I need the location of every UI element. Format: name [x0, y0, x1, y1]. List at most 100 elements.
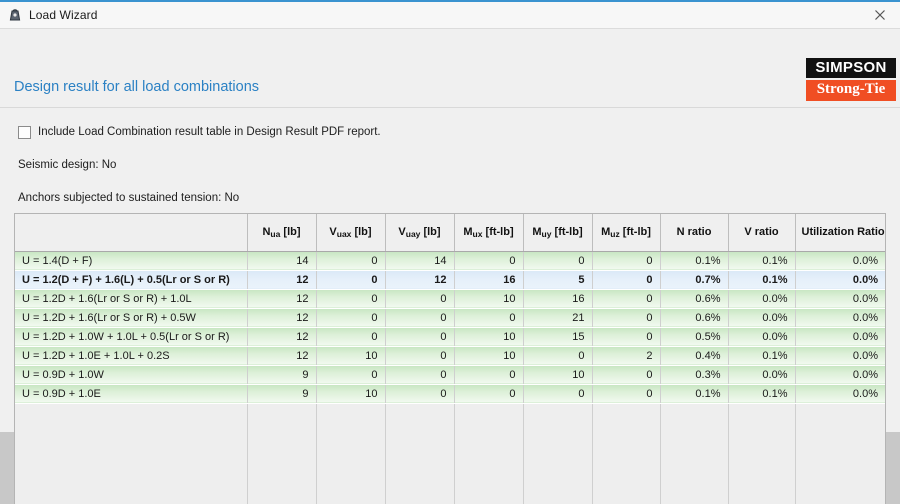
- filler-cell: [728, 403, 796, 504]
- table-header-nua[interactable]: Nua [lb]: [247, 214, 317, 252]
- table-row[interactable]: U = 0.9D + 1.0W 9 0 0 0 10 0 0.3% 0.0% 0.0%: [15, 365, 885, 385]
- table-header-v-ratio[interactable]: V ratio: [728, 214, 796, 252]
- table-filler-row: [15, 403, 885, 504]
- cell-muz: 0: [592, 251, 661, 271]
- load-wizard-window: Load Wizard SIMPSON Strong-Tie Design re…: [0, 0, 900, 504]
- cell-combo: U = 1.2D + 1.0E + 1.0L + 0.2S: [15, 346, 248, 366]
- cell-muy: 5: [523, 270, 593, 290]
- cell-mux: 0: [454, 308, 524, 328]
- table-header-muz[interactable]: Muz [ft-lb]: [592, 214, 661, 252]
- table-row[interactable]: U = 1.2D + 1.6(Lr or S or R) + 0.5W 12 0 0 0…: [15, 308, 885, 328]
- logo-strongtie-text: Strong-Tie: [806, 80, 896, 101]
- cell-vuax: 10: [316, 384, 386, 404]
- cell-v-ratio: 0.1%: [728, 384, 796, 404]
- cell-muz: 0: [592, 384, 661, 404]
- seismic-design-row: Seismic design: No: [18, 155, 884, 175]
- cell-vuay: 12: [385, 270, 455, 290]
- close-icon[interactable]: [860, 2, 900, 28]
- cell-vuax: 0: [316, 365, 386, 385]
- cell-mux: 0: [454, 384, 524, 404]
- sustained-tension-row: Anchors subjected to sustained tension: …: [18, 188, 884, 208]
- cell-mux: 0: [454, 365, 524, 385]
- cell-combo: U = 1.2D + 1.6(Lr or S or R) + 1.0L: [15, 289, 248, 309]
- table-header-mux[interactable]: Mux [ft-lb]: [454, 214, 524, 252]
- table-row[interactable]: U = 1.4(D + F) 14 0 14 0 0 0 0.1% 0.1% 0.0%: [15, 251, 885, 271]
- cell-utilization: 0.0%: [795, 270, 885, 290]
- cell-mux: 10: [454, 289, 524, 309]
- table-row[interactable]: U = 1.2(D + F) + 1.6(L) + 0.5(Lr or S or…: [15, 270, 885, 290]
- cell-v-ratio: 0.0%: [728, 327, 796, 347]
- cell-vuay: 0: [385, 308, 455, 328]
- cell-vuay: 0: [385, 365, 455, 385]
- cell-muy: 15: [523, 327, 593, 347]
- table-row[interactable]: U = 1.2D + 1.0W + 1.0L + 0.5(Lr or S or …: [15, 327, 885, 347]
- filler-cell: [15, 403, 248, 504]
- page-title: Design result for all load combinations: [14, 79, 260, 95]
- cell-combo: U = 1.2D + 1.6(Lr or S or R) + 0.5W: [15, 308, 248, 328]
- cell-v-ratio: 0.0%: [728, 365, 796, 385]
- filler-cell: [592, 403, 661, 504]
- cell-vuay: 0: [385, 346, 455, 366]
- cell-muy: 0: [523, 251, 593, 271]
- filler-cell: [316, 403, 386, 504]
- content-panel: SIMPSON Strong-Tie Design result for all…: [0, 28, 900, 504]
- right-gutter: [886, 432, 900, 504]
- table-row[interactable]: U = 1.2D + 1.6(Lr or S or R) + 1.0L 12 0 0 1…: [15, 289, 885, 309]
- load-combination-table: Nua [lb] Vuax [lb] Vuay [lb] Mux [ft-lb] Muy…: [14, 213, 886, 504]
- cell-nua: 9: [247, 384, 317, 404]
- include-pdf-report-row[interactable]: Include Load Combination result table in…: [18, 122, 884, 142]
- table-header-vuax[interactable]: Vuax [lb]: [316, 214, 386, 252]
- cell-muy: 16: [523, 289, 593, 309]
- cell-vuay: 0: [385, 289, 455, 309]
- cell-nua: 12: [247, 270, 317, 290]
- cell-n-ratio: 0.6%: [660, 289, 729, 309]
- cell-vuax: 0: [316, 308, 386, 328]
- table-row[interactable]: U = 1.2D + 1.0E + 1.0L + 0.2S 12 10 0 10 0 2 0.…: [15, 346, 885, 366]
- cell-nua: 12: [247, 289, 317, 309]
- cell-utilization: 0.0%: [795, 346, 885, 366]
- cell-combo: U = 1.2(D + F) + 1.6(L) + 0.5(Lr or S or…: [15, 270, 248, 290]
- table-header-load-combination[interactable]: [15, 214, 248, 252]
- cell-muz: 0: [592, 327, 661, 347]
- cell-mux: 16: [454, 270, 524, 290]
- cell-vuay: 0: [385, 327, 455, 347]
- cell-combo: U = 1.4(D + F): [15, 251, 248, 271]
- logo-simpson-text: SIMPSON: [806, 58, 896, 78]
- cell-n-ratio: 0.1%: [660, 384, 729, 404]
- left-gutter: [0, 432, 14, 504]
- include-pdf-report-checkbox[interactable]: [18, 125, 31, 139]
- table-header-utilization-ratio[interactable]: Utilization Ratio: [795, 214, 885, 252]
- cell-v-ratio: 0.1%: [728, 270, 796, 290]
- cell-v-ratio: 0.0%: [728, 289, 796, 309]
- window-title: Load Wizard: [29, 8, 98, 22]
- cell-vuax: 10: [316, 346, 386, 366]
- table-header-vuay[interactable]: Vuay [lb]: [385, 214, 455, 252]
- cell-v-ratio: 0.1%: [728, 346, 796, 366]
- table-row[interactable]: U = 0.9D + 1.0E 9 10 0 0 0 0 0.1% 0.1% 0.0%: [15, 384, 885, 404]
- sustained-tension-label: Anchors subjected to sustained tension: …: [18, 192, 240, 204]
- cell-mux: 0: [454, 251, 524, 271]
- cell-vuax: 0: [316, 289, 386, 309]
- simpson-strong-tie-logo: SIMPSON Strong-Tie: [806, 58, 896, 101]
- cell-utilization: 0.0%: [795, 365, 885, 385]
- load-wizard-icon: [7, 7, 23, 23]
- cell-v-ratio: 0.1%: [728, 251, 796, 271]
- header-divider: [0, 107, 900, 108]
- cell-muy: 21: [523, 308, 593, 328]
- cell-vuay: 0: [385, 384, 455, 404]
- table-header-n-ratio[interactable]: N ratio: [660, 214, 729, 252]
- cell-utilization: 0.0%: [795, 384, 885, 404]
- cell-mux: 10: [454, 346, 524, 366]
- filler-cell: [795, 403, 885, 504]
- title-bar: Load Wizard: [0, 2, 900, 28]
- cell-n-ratio: 0.3%: [660, 365, 729, 385]
- cell-muy: 0: [523, 384, 593, 404]
- cell-nua: 12: [247, 346, 317, 366]
- seismic-design-label: Seismic design: No: [18, 159, 117, 171]
- cell-muz: 0: [592, 289, 661, 309]
- cell-muy: 0: [523, 346, 593, 366]
- cell-muz: 0: [592, 270, 661, 290]
- filler-cell: [247, 403, 317, 504]
- table-header-muy[interactable]: Muy [ft-lb]: [523, 214, 593, 252]
- cell-combo: U = 0.9D + 1.0E: [15, 384, 248, 404]
